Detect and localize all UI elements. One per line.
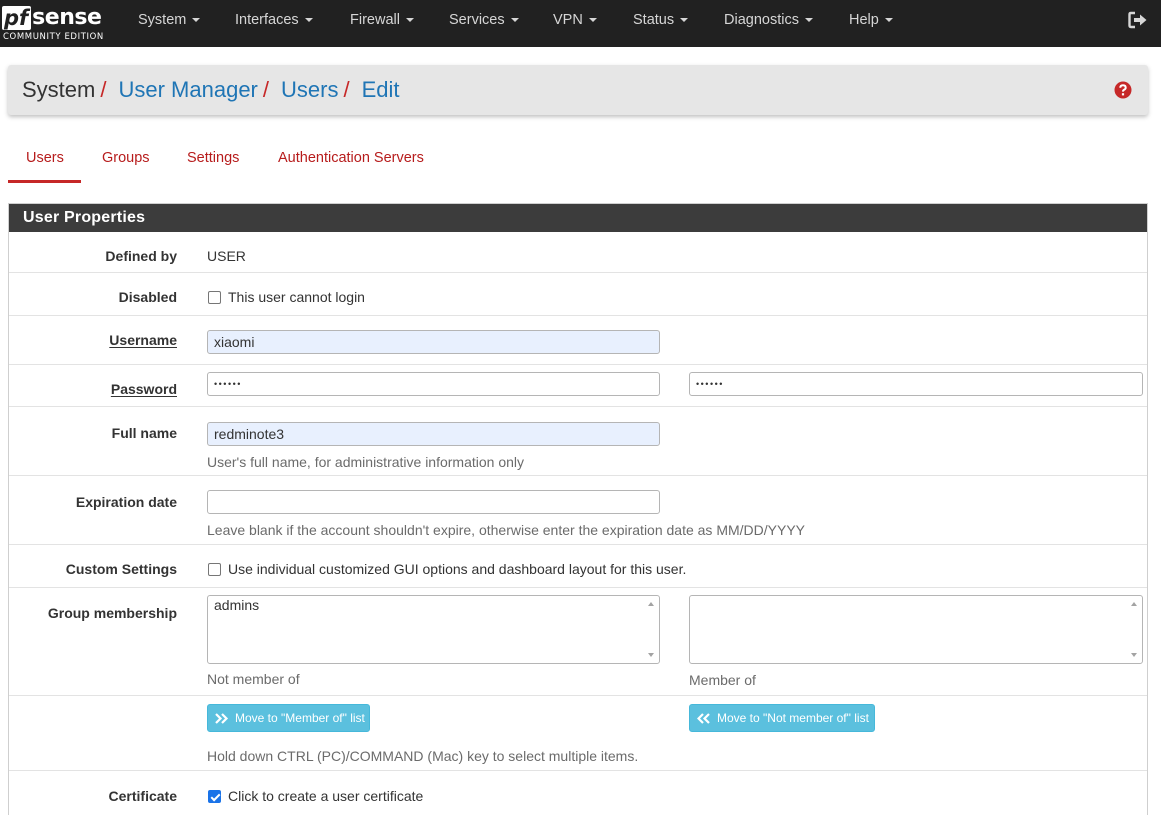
full-name-input[interactable]: redminote3 bbox=[207, 422, 660, 446]
row-username: Username xiaomi bbox=[9, 315, 1147, 364]
row-disabled: Disabled This user cannot login bbox=[9, 272, 1147, 315]
expiration-date-help: Leave blank if the account shouldn't exp… bbox=[207, 522, 806, 538]
disabled-checkbox[interactable] bbox=[208, 291, 221, 304]
tab-authentication-servers[interactable]: Authentication Servers bbox=[260, 140, 442, 183]
row-expiration-date: Expiration date Leave blank if the accou… bbox=[9, 475, 1147, 544]
caret-down-icon bbox=[884, 18, 893, 23]
member-of-caption: Member of bbox=[689, 672, 756, 688]
caret-down-icon bbox=[588, 18, 597, 23]
double-angle-left-icon bbox=[697, 713, 710, 724]
certificate-checkbox[interactable] bbox=[208, 790, 221, 803]
double-angle-right-icon bbox=[215, 713, 229, 724]
tab-users[interactable]: Users bbox=[8, 140, 81, 183]
multi-select-help: Hold down CTRL (PC)/COMMAND (Mac) key to… bbox=[207, 748, 639, 764]
custom-settings-label: Custom Settings bbox=[65, 561, 177, 577]
group-membership-label: Group membership bbox=[47, 605, 177, 621]
logo-edition: COMMUNITY EDITION bbox=[3, 32, 104, 42]
menu-diagnostics[interactable]: Diagnostics bbox=[724, 0, 813, 40]
panel-title: User Properties bbox=[9, 204, 1147, 232]
breadcrumb-separator: / bbox=[343, 77, 350, 102]
menu-interfaces[interactable]: Interfaces bbox=[235, 0, 313, 40]
member-of-list[interactable] bbox=[689, 595, 1143, 664]
scroll-up-icon[interactable] bbox=[1131, 602, 1137, 606]
custom-settings-checkbox[interactable] bbox=[208, 563, 221, 576]
expiration-date-label: Expiration date bbox=[75, 494, 177, 510]
logo-pf: pf bbox=[2, 6, 32, 30]
logo-wordmark: pf sense bbox=[2, 3, 102, 33]
full-name-label: Full name bbox=[111, 425, 177, 441]
not-member-of-caption: Not member of bbox=[207, 671, 300, 687]
breadcrumb-users[interactable]: Users bbox=[281, 77, 338, 102]
certificate-checkbox-label: Click to create a user certificate bbox=[228, 788, 424, 804]
scroll-up-icon[interactable] bbox=[648, 602, 654, 606]
custom-settings-checkbox-label: Use individual customized GUI options an… bbox=[228, 561, 687, 577]
move-to-not-member-button[interactable]: Move to "Not member of" list bbox=[689, 704, 875, 732]
defined-by-label: Defined by bbox=[105, 248, 177, 264]
menu-label: Firewall bbox=[350, 12, 400, 28]
menu-help[interactable]: Help bbox=[849, 0, 893, 40]
menu-firewall[interactable]: Firewall bbox=[350, 0, 414, 40]
scrollbar[interactable] bbox=[1128, 597, 1141, 662]
password-input[interactable]: •••••• bbox=[207, 372, 660, 396]
row-group-membership: Group membership admins Not member of Me… bbox=[9, 587, 1147, 695]
scroll-down-icon[interactable] bbox=[1131, 653, 1137, 657]
menu-label: VPN bbox=[553, 12, 583, 28]
menu-status[interactable]: Status bbox=[633, 0, 689, 40]
breadcrumb-trail: System / User Manager / Users / Edit bbox=[22, 77, 400, 103]
menu-system[interactable]: System bbox=[138, 0, 201, 40]
expiration-date-input[interactable] bbox=[207, 490, 660, 514]
sign-out-icon[interactable] bbox=[1128, 11, 1148, 29]
breadcrumb-separator: / bbox=[100, 77, 107, 102]
row-full-name: Full name redminote3 User's full name, f… bbox=[9, 406, 1147, 475]
scroll-down-icon[interactable] bbox=[648, 653, 654, 657]
defined-by-value: USER bbox=[207, 248, 246, 264]
menu-label: Services bbox=[449, 12, 505, 28]
row-certificate: Certificate Click to create a user certi… bbox=[9, 770, 1147, 816]
caret-down-icon bbox=[804, 18, 813, 23]
top-navbar: pf sense COMMUNITY EDITION System Interfa… bbox=[0, 0, 1161, 47]
scrollbar[interactable] bbox=[645, 597, 658, 662]
disabled-label: Disabled bbox=[118, 289, 177, 305]
user-properties-panel: User Properties Defined by USER Disabled… bbox=[8, 203, 1148, 815]
row-password: Password •••••• •••••• bbox=[9, 364, 1147, 406]
menu-label: Help bbox=[849, 12, 879, 28]
move-to-member-label: Move to "Member of" list bbox=[235, 711, 365, 725]
menu-label: Diagnostics bbox=[724, 12, 799, 28]
caret-down-icon bbox=[304, 18, 313, 23]
menu-services[interactable]: Services bbox=[449, 0, 519, 40]
username-input[interactable]: xiaomi bbox=[207, 330, 660, 354]
row-move-buttons: Move to "Member of" list Move to "Not me… bbox=[9, 695, 1147, 770]
password-label: Password bbox=[110, 381, 177, 397]
breadcrumb: System / User Manager / Users / Edit bbox=[8, 65, 1148, 115]
caret-down-icon bbox=[405, 18, 414, 23]
disabled-checkbox-label: This user cannot login bbox=[228, 289, 365, 305]
caret-down-icon bbox=[680, 18, 689, 23]
username-label: Username bbox=[109, 332, 177, 348]
move-to-not-member-label: Move to "Not member of" list bbox=[717, 711, 869, 725]
question-circle-icon[interactable] bbox=[1114, 81, 1132, 99]
menu-label: Interfaces bbox=[235, 12, 299, 28]
caret-down-icon bbox=[192, 18, 201, 23]
not-member-of-list[interactable]: admins bbox=[207, 595, 660, 664]
breadcrumb-system: System bbox=[22, 77, 96, 102]
tab-settings[interactable]: Settings bbox=[169, 140, 257, 183]
pfsense-logo[interactable]: pf sense COMMUNITY EDITION bbox=[2, 3, 110, 43]
move-to-member-button[interactable]: Move to "Member of" list bbox=[207, 704, 370, 732]
menu-label: Status bbox=[633, 12, 675, 28]
list-item[interactable]: admins bbox=[214, 597, 259, 613]
logo-sense: sense bbox=[32, 5, 102, 30]
full-name-help: User's full name, for administrative inf… bbox=[207, 454, 525, 470]
password-confirm-input[interactable]: •••••• bbox=[689, 372, 1143, 396]
menu-vpn[interactable]: VPN bbox=[553, 0, 597, 40]
caret-down-icon bbox=[510, 18, 519, 23]
tab-groups[interactable]: Groups bbox=[84, 140, 168, 183]
breadcrumb-user-manager[interactable]: User Manager bbox=[118, 77, 257, 102]
certificate-label: Certificate bbox=[108, 788, 177, 804]
menu-label: System bbox=[138, 12, 187, 28]
breadcrumb-edit[interactable]: Edit bbox=[362, 77, 400, 102]
row-defined-by: Defined by USER bbox=[9, 232, 1147, 272]
breadcrumb-separator: / bbox=[262, 77, 269, 102]
row-custom-settings: Custom Settings Use individual customize… bbox=[9, 544, 1147, 587]
